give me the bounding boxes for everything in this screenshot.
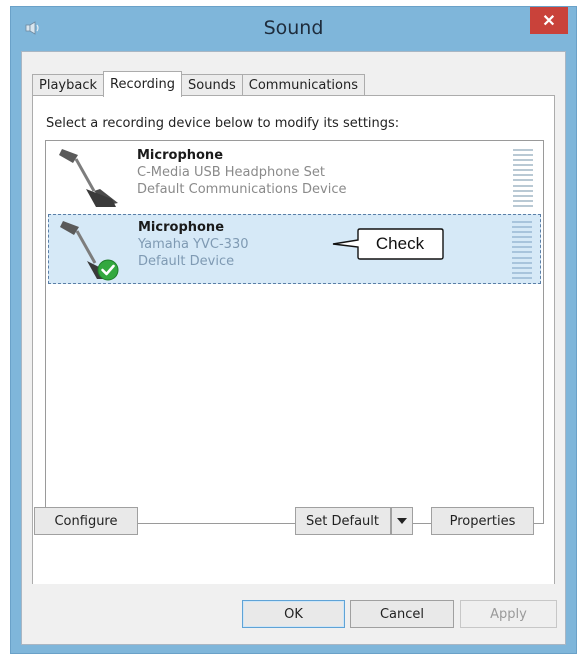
device-name: Microphone — [138, 220, 225, 235]
configure-button[interactable]: Configure — [34, 507, 138, 535]
tab-playback[interactable]: Playback — [32, 74, 105, 96]
set-default-button[interactable]: Set Default — [295, 507, 391, 535]
tab-sounds[interactable]: Sounds — [181, 74, 243, 96]
callout-text: Check — [375, 234, 425, 253]
apply-button[interactable]: Apply — [460, 600, 557, 628]
dialog-client-area: Playback Recording Sounds Communications… — [21, 51, 566, 645]
close-icon: ✕ — [542, 12, 556, 30]
device-info: Microphone Yamaha YVC-330 Default Device — [138, 219, 249, 270]
dialog-button-bar: OK Cancel Apply — [22, 584, 565, 644]
set-default-dropdown-button[interactable] — [391, 507, 413, 535]
ok-button[interactable]: OK — [242, 600, 345, 628]
list-item-selected[interactable]: Microphone Yamaha YVC-330 Default Device… — [48, 214, 541, 284]
device-status: Default Communications Device — [137, 182, 347, 197]
window-title: Sound — [263, 17, 324, 39]
close-button[interactable]: ✕ — [530, 7, 568, 34]
device-status: Default Device — [138, 254, 235, 269]
device-info: Microphone C-Media USB Headphone Set Def… — [137, 147, 346, 198]
microphone-icon — [59, 149, 118, 207]
level-meter — [512, 221, 532, 279]
tab-strip: Playback Recording Sounds Communications — [32, 70, 366, 97]
level-meter — [513, 149, 533, 207]
properties-button[interactable]: Properties — [431, 507, 534, 535]
device-model: C-Media USB Headphone Set — [137, 165, 325, 180]
sound-dialog-window: Sound ✕ Playback Recording Sounds Commun… — [10, 6, 577, 654]
device-model: Yamaha YVC-330 — [138, 237, 249, 252]
chevron-down-icon — [397, 518, 407, 524]
instruction-text: Select a recording device below to modif… — [46, 116, 400, 131]
check-callout: Check — [331, 227, 444, 261]
device-name: Microphone — [137, 148, 224, 163]
tab-recording[interactable]: Recording — [103, 71, 183, 97]
green-check-icon — [97, 259, 119, 281]
tab-communications[interactable]: Communications — [241, 74, 366, 96]
title-bar[interactable]: Sound ✕ — [11, 7, 576, 51]
cancel-button[interactable]: Cancel — [350, 600, 454, 628]
list-item[interactable]: Microphone C-Media USB Headphone Set Def… — [48, 143, 541, 213]
recording-device-list[interactable]: Microphone C-Media USB Headphone Set Def… — [45, 140, 544, 524]
